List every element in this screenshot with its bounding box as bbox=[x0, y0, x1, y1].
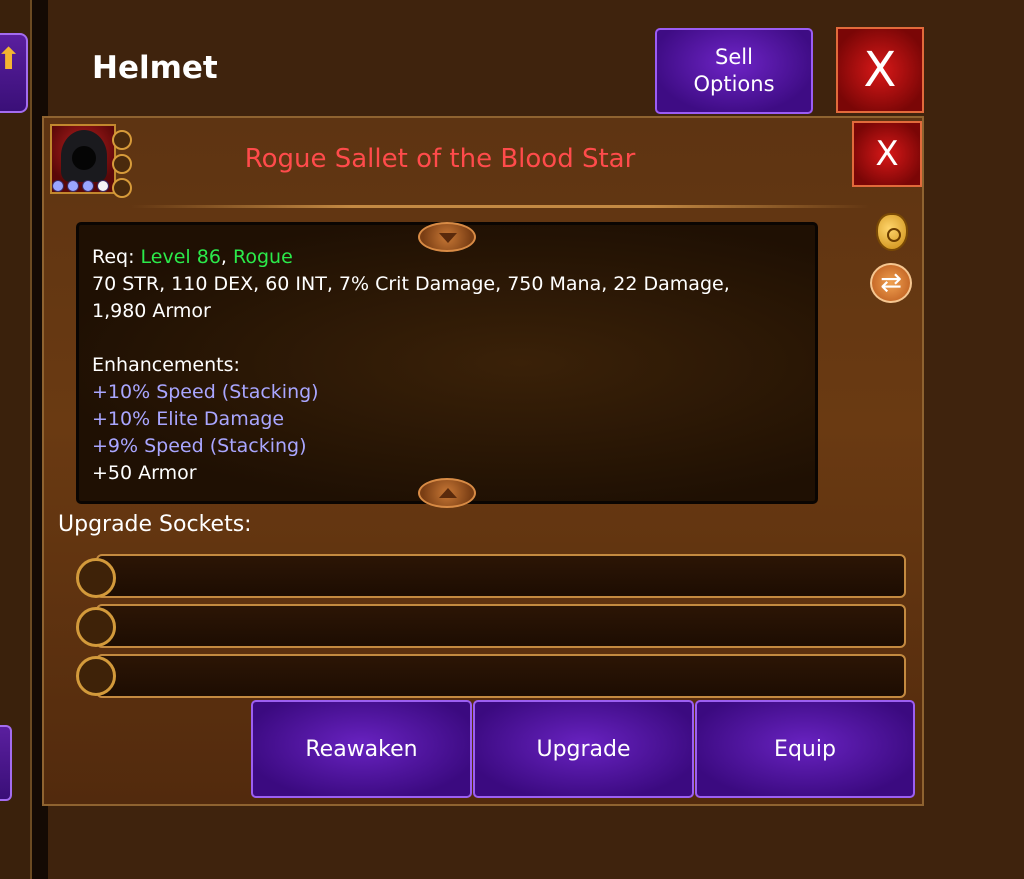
socket-indicator bbox=[112, 154, 132, 174]
stats-line: 1,980 Armor bbox=[92, 300, 211, 322]
reawaken-button[interactable]: Reawaken bbox=[251, 700, 472, 798]
item-gem-indicators bbox=[52, 180, 109, 192]
req-level: Level 86 bbox=[140, 246, 221, 268]
gem-dot bbox=[52, 180, 64, 192]
item-name: Rogue Sallet of the Blood Star bbox=[244, 144, 636, 174]
gem-dot bbox=[82, 180, 94, 192]
gem-dot bbox=[67, 180, 79, 192]
close-button[interactable]: X bbox=[836, 27, 924, 113]
close-icon: X bbox=[863, 42, 897, 98]
socket-circle-icon bbox=[76, 558, 116, 598]
gold-bag-icon[interactable] bbox=[876, 213, 908, 251]
socket-indicator bbox=[112, 178, 132, 198]
left-tab-up-button[interactable]: ⬆ bbox=[0, 33, 28, 113]
scroll-up-button[interactable] bbox=[418, 478, 476, 508]
upgrade-button[interactable]: Upgrade bbox=[473, 700, 694, 798]
socket-circle-icon bbox=[76, 607, 116, 647]
upgrade-socket-slot[interactable] bbox=[96, 554, 906, 598]
requirements-line: Req: Level 86, Rogue bbox=[92, 244, 812, 271]
gem-dot bbox=[97, 180, 109, 192]
stats-text: Req: Level 86, Rogue 70 STR, 110 DEX, 60… bbox=[92, 244, 812, 487]
socket-circle-icon bbox=[76, 656, 116, 696]
req-prefix: Req: bbox=[92, 246, 141, 268]
left-tab-bottom-button[interactable] bbox=[0, 725, 12, 801]
equip-button[interactable]: Equip bbox=[695, 700, 915, 798]
enhancement-item: +10% Elite Damage bbox=[92, 408, 285, 430]
close-item-button[interactable]: X bbox=[852, 121, 922, 187]
socket-indicator bbox=[112, 130, 132, 150]
item-socket-indicators bbox=[112, 130, 132, 202]
swap-icon[interactable]: ⇄ bbox=[870, 263, 912, 303]
req-class: Rogue bbox=[233, 246, 293, 268]
page-title: Helmet bbox=[92, 50, 218, 86]
enhancement-item: +9% Speed (Stacking) bbox=[92, 435, 307, 457]
hood-face bbox=[72, 146, 96, 170]
enhancements-label: Enhancements: bbox=[92, 354, 240, 376]
enhancement-item: +10% Speed (Stacking) bbox=[92, 381, 319, 403]
stats-line: 70 STR, 110 DEX, 60 INT, 7% Crit Damage,… bbox=[92, 273, 730, 295]
upgrade-sockets-label: Upgrade Sockets: bbox=[58, 512, 252, 537]
sell-options-button[interactable]: Sell Options bbox=[655, 28, 813, 114]
upgrade-socket-slot[interactable] bbox=[96, 654, 906, 698]
upgrade-socket-slot[interactable] bbox=[96, 604, 906, 648]
up-arrow-icon: ⬆ bbox=[0, 42, 22, 77]
req-separator: , bbox=[220, 246, 234, 268]
close-icon: X bbox=[875, 134, 899, 174]
title-divider bbox=[130, 205, 870, 208]
